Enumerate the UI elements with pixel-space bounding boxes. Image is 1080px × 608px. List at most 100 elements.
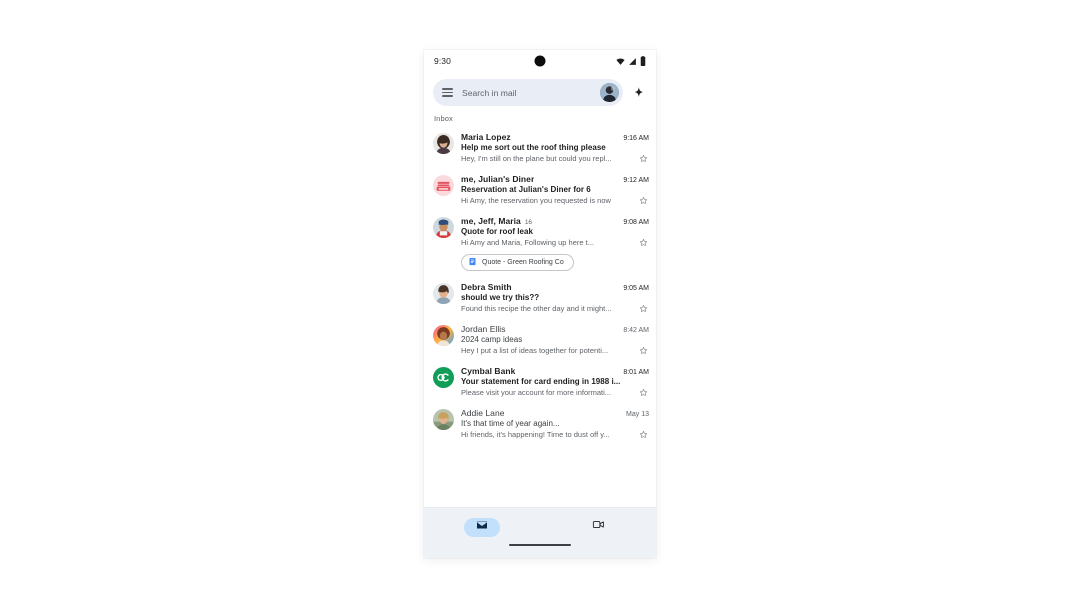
sender-line: me, Julian's Diner 9:12 AM — [461, 174, 649, 184]
sender-avatar[interactable] — [433, 133, 454, 154]
phone-screen: 9:30 Search in mail Inbox Maria Lopez 9:… — [424, 50, 656, 558]
subject-line: It's that time of year again... — [461, 419, 560, 428]
subject-line: 2024 camp ideas — [461, 335, 523, 344]
sender-avatar[interactable] — [433, 367, 454, 388]
timestamp: 9:08 AM — [623, 219, 649, 226]
sender-line: me, Jeff, Maria 16 9:08 AM — [461, 216, 649, 226]
sender-name: me, Jeff, Maria — [461, 216, 521, 226]
snippet-text: Hey I put a list of ideas together for p… — [461, 346, 609, 355]
star-icon[interactable] — [638, 345, 649, 356]
mail-row[interactable]: Cymbal Bank 8:01 AM Your statement for car… — [424, 361, 656, 403]
mail-row[interactable]: me, Julian's Diner 9:12 AM Reservation at … — [424, 169, 656, 211]
status-bar: 9:30 — [424, 50, 656, 72]
sender-line: Debra Smith 9:05 AM — [461, 282, 649, 292]
search-bar-row: Search in mail — [424, 72, 656, 112]
sender-line: Jordan Ellis 8:42 AM — [461, 324, 649, 334]
sender-name: Cymbal Bank — [461, 366, 516, 376]
sender-avatar[interactable] — [433, 409, 454, 430]
search-placeholder: Search in mail — [462, 87, 517, 98]
snippet-text: Hi Amy and Maria, Following up here t... — [461, 238, 594, 247]
snippet-line: Found this recipe the other day and it m… — [461, 303, 649, 314]
star-icon[interactable] — [638, 153, 649, 164]
snippet-text: Found this recipe the other day and it m… — [461, 304, 612, 313]
timestamp: 9:05 AM — [623, 285, 649, 292]
mail-row-wrapper: Cymbal Bank 8:01 AM Your statement for car… — [424, 361, 656, 403]
screenshot-canvas: 9:30 Search in mail Inbox Maria Lopez 9:… — [0, 0, 1080, 608]
mail-row-wrapper: me, Jeff, Maria 16 9:08 AM Quote for roof l… — [424, 211, 656, 277]
mail-content: Cymbal Bank 8:01 AM Your statement for car… — [461, 366, 649, 398]
mail-content: Jordan Ellis 8:42 AM 2024 camp ideas Hey I … — [461, 324, 649, 356]
attachment-chip[interactable]: Quote - Green Roofing Co — [461, 253, 574, 271]
snippet-text: Hi friends, it's happening! Time to dust… — [461, 430, 610, 439]
snippet-text: Hi Amy, the reservation you requested is… — [461, 196, 611, 205]
sender-avatar[interactable] — [433, 175, 454, 196]
snippet-line: Hey, I'm still on the plane but could yo… — [461, 153, 649, 164]
search-input[interactable]: Search in mail — [433, 79, 623, 106]
sender-avatar[interactable] — [433, 325, 454, 346]
attachment-label: Quote - Green Roofing Co — [482, 258, 564, 266]
status-icon-group — [616, 56, 646, 66]
sender-avatar[interactable] — [433, 217, 454, 238]
subject-line: Your statement for card ending in 1988 i… — [461, 377, 621, 386]
subject-line: Help me sort out the roof thing please — [461, 143, 606, 152]
mail-content: Maria Lopez 9:16 AM Help me sort out the r… — [461, 132, 649, 164]
mail-icon — [476, 518, 488, 536]
mail-list[interactable]: Maria Lopez 9:16 AM Help me sort out the r… — [424, 127, 656, 507]
mail-content: me, Jeff, Maria 16 9:08 AM Quote for roof l… — [461, 216, 649, 248]
star-icon[interactable] — [638, 387, 649, 398]
attachment-chip-row: Quote - Green Roofing Co — [424, 253, 656, 277]
snippet-text: Please visit your account for more infor… — [461, 388, 612, 397]
mail-content: Addie Lane May 13 It's that time of year a… — [461, 408, 649, 440]
thread-count: 16 — [524, 219, 533, 226]
inbox-label: Inbox — [434, 114, 453, 123]
subject-line: Quote for roof leak — [461, 227, 533, 236]
bottom-navigation-bar — [424, 507, 656, 544]
gemini-sparkle-icon[interactable] — [630, 84, 647, 101]
mail-row-wrapper: Debra Smith 9:05 AM should we try this?? Fo… — [424, 277, 656, 319]
star-icon[interactable] — [638, 303, 649, 314]
timestamp: 8:01 AM — [623, 369, 649, 376]
mail-row[interactable]: Jordan Ellis 8:42 AM 2024 camp ideas Hey I … — [424, 319, 656, 361]
mail-row[interactable]: Maria Lopez 9:16 AM Help me sort out the r… — [424, 127, 656, 169]
snippet-line: Hi Amy, the reservation you requested is… — [461, 195, 649, 206]
account-avatar[interactable] — [600, 83, 619, 102]
sender-line: Cymbal Bank 8:01 AM — [461, 366, 649, 376]
snippet-line: Hi Amy and Maria, Following up here t... — [461, 237, 649, 248]
sender-name: Addie Lane — [461, 408, 505, 418]
home-gesture-bar[interactable] — [509, 544, 571, 547]
sender-line: Addie Lane May 13 — [461, 408, 649, 418]
snippet-text: Hey, I'm still on the plane but could yo… — [461, 154, 612, 163]
mail-row-wrapper: me, Julian's Diner 9:12 AM Reservation at … — [424, 169, 656, 211]
star-icon[interactable] — [638, 195, 649, 206]
mail-content: Debra Smith 9:05 AM should we try this?? Fo… — [461, 282, 649, 314]
sender-avatar[interactable] — [433, 283, 454, 304]
snippet-line: Hi friends, it's happening! Time to dust… — [461, 429, 649, 440]
subject-line: Reservation at Julian's Diner for 6 — [461, 185, 591, 194]
gesture-bar-area — [424, 544, 656, 558]
hamburger-menu-icon[interactable] — [442, 88, 453, 97]
mail-row-wrapper: Addie Lane May 13 It's that time of year a… — [424, 403, 656, 445]
mail-row-wrapper: Jordan Ellis 8:42 AM 2024 camp ideas Hey I … — [424, 319, 656, 361]
mail-row[interactable]: me, Jeff, Maria 16 9:08 AM Quote for roof l… — [424, 211, 656, 253]
nav-item-mail[interactable] — [464, 517, 500, 537]
star-icon[interactable] — [638, 237, 649, 248]
status-time: 9:30 — [434, 56, 451, 66]
nav-item-meet[interactable] — [580, 518, 616, 537]
sender-name: me, Julian's Diner — [461, 174, 535, 184]
mail-row[interactable]: Debra Smith 9:05 AM should we try this?? Fo… — [424, 277, 656, 319]
timestamp: 9:12 AM — [623, 177, 649, 184]
sender-name: Jordan Ellis — [461, 324, 506, 334]
front-camera-punchhole — [534, 55, 546, 67]
timestamp: 8:42 AM — [623, 327, 649, 334]
subject-line: should we try this?? — [461, 293, 540, 302]
star-icon[interactable] — [638, 429, 649, 440]
sender-name: Maria Lopez — [461, 132, 511, 142]
snippet-line: Please visit your account for more infor… — [461, 387, 649, 398]
mail-row[interactable]: Addie Lane May 13 It's that time of year a… — [424, 403, 656, 445]
battery-icon — [640, 56, 646, 66]
sender-name: Debra Smith — [461, 282, 512, 292]
timestamp: May 13 — [626, 411, 649, 418]
meet-video-icon — [592, 518, 605, 536]
mail-content: me, Julian's Diner 9:12 AM Reservation at … — [461, 174, 649, 206]
sender-line: Maria Lopez 9:16 AM — [461, 132, 649, 142]
